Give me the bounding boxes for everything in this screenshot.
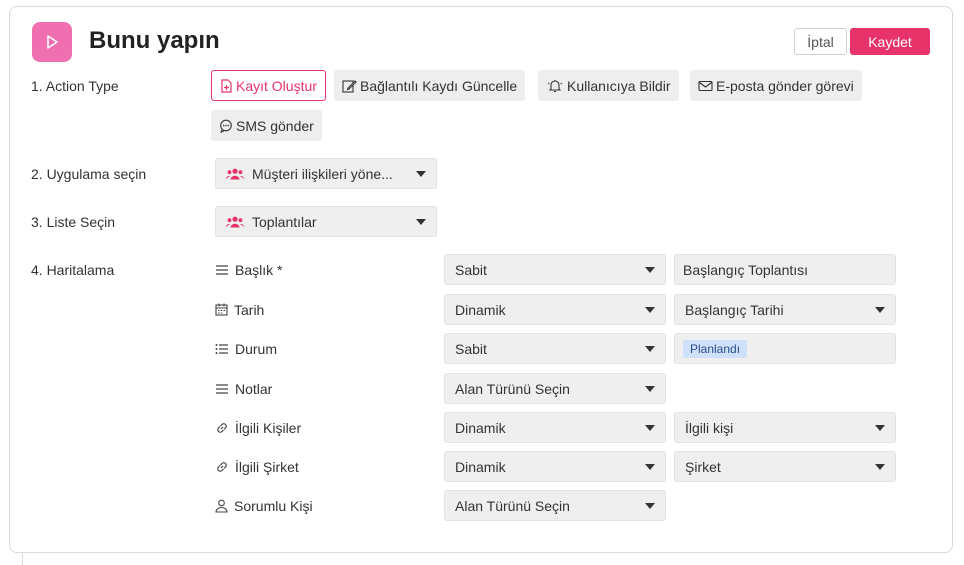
action-chip-update-linked[interactable]: Bağlantılı Kaydı Güncelle bbox=[334, 70, 526, 101]
field-name: Sorumlu Kişi bbox=[234, 497, 313, 514]
action-chip-label: SMS gönder bbox=[236, 117, 314, 134]
action-chip-label: Bağlantılı Kaydı Güncelle bbox=[360, 77, 518, 94]
action-chip-send-sms[interactable]: SMS gönder bbox=[211, 110, 322, 141]
list-select-value: Toplantılar bbox=[252, 213, 317, 230]
field-value-input[interactable]: Başlangıç Toplantısı bbox=[674, 254, 896, 285]
field-value-text: İlgili kişi bbox=[685, 419, 734, 436]
page-title: Bunu yapın bbox=[89, 27, 220, 54]
link-icon bbox=[217, 422, 227, 433]
list-select-label: 3. Liste Seçin bbox=[31, 214, 116, 230]
field-value-text: Başlangıç Tarihi bbox=[685, 301, 784, 318]
field-value-text: Başlangıç Toplantısı bbox=[683, 261, 809, 278]
field-type-select[interactable]: Sabit bbox=[444, 254, 666, 285]
field-label-related-contacts: İlgili Kişiler bbox=[215, 412, 301, 443]
action-chip-label: Kayıt Oluştur bbox=[236, 77, 317, 94]
page-edge-line bbox=[22, 552, 23, 565]
field-label-related-company: İlgili Şirket bbox=[215, 451, 299, 482]
field-type-value: Dinamik bbox=[455, 458, 506, 475]
field-type-value: Alan Türünü Seçin bbox=[455, 380, 570, 397]
action-chip-email-task[interactable]: E-posta gönder görevi bbox=[690, 70, 862, 101]
lines-icon bbox=[216, 264, 228, 275]
status-tag: Planlandı bbox=[683, 339, 748, 358]
chevron-down-icon bbox=[645, 266, 655, 273]
field-name: İlgili Kişiler bbox=[235, 419, 302, 436]
chevron-down-icon bbox=[645, 345, 655, 352]
field-value-select[interactable]: Başlangıç Tarihi bbox=[674, 294, 896, 325]
field-label-title: Başlık * bbox=[215, 254, 282, 285]
file-plus-icon bbox=[221, 78, 232, 93]
edit-icon bbox=[342, 79, 357, 93]
action-chip-label: E-posta gönder görevi bbox=[716, 77, 854, 94]
action-chip-create-record[interactable]: Kayıt Oluştur bbox=[211, 70, 326, 101]
field-value-text: Şirket bbox=[685, 458, 721, 475]
field-value-tags[interactable]: Planlandı bbox=[674, 333, 896, 364]
field-type-value: Alan Türünü Seçin bbox=[455, 497, 570, 514]
field-name: Durum bbox=[235, 340, 278, 357]
list-icon bbox=[215, 343, 228, 354]
card-header: Bunu yapın İptal Kaydet bbox=[10, 7, 952, 77]
field-value-select[interactable]: İlgili kişi bbox=[674, 412, 896, 443]
chevron-down-icon bbox=[875, 306, 885, 313]
chevron-down-icon bbox=[645, 502, 655, 509]
field-label-owner: Sorumlu Kişi bbox=[215, 490, 313, 521]
app-select-value: Müşteri ilişkileri yöne... bbox=[252, 165, 393, 182]
action-chip-notify-user[interactable]: Kullanıcıya Bildir bbox=[538, 70, 679, 101]
field-type-value: Sabit bbox=[455, 261, 487, 278]
field-name: Başlık * bbox=[235, 261, 283, 278]
field-type-select[interactable]: Dinamik bbox=[444, 294, 666, 325]
field-type-value: Sabit bbox=[455, 340, 487, 357]
bell-icon bbox=[547, 79, 563, 92]
list-select[interactable]: Toplantılar bbox=[215, 206, 437, 237]
chevron-down-icon bbox=[645, 306, 655, 313]
lines-icon bbox=[216, 383, 228, 394]
chevron-down-icon bbox=[645, 385, 655, 392]
sms-icon bbox=[220, 119, 232, 133]
cancel-button[interactable]: İptal bbox=[794, 28, 847, 55]
field-label-status: Durum bbox=[215, 333, 277, 364]
user-icon bbox=[215, 499, 228, 513]
app-select[interactable]: Müşteri ilişkileri yöne... bbox=[215, 158, 437, 189]
action-type-label: 1. Action Type bbox=[31, 78, 119, 94]
chevron-down-icon bbox=[875, 463, 885, 470]
field-name: Notlar bbox=[235, 380, 273, 397]
mail-icon bbox=[698, 80, 713, 91]
field-type-select[interactable]: Dinamik bbox=[444, 451, 666, 482]
field-label-date: Tarih bbox=[215, 294, 264, 325]
action-chip-label: Kullanıcıya Bildir bbox=[567, 77, 671, 94]
field-type-select[interactable]: Alan Türünü Seçin bbox=[444, 373, 666, 404]
app-select-label: 2. Uygulama seçin bbox=[31, 166, 147, 182]
mapping-label: 4. Haritalama bbox=[31, 262, 115, 278]
field-value-select[interactable]: Şirket bbox=[674, 451, 896, 482]
play-icon bbox=[32, 22, 72, 62]
chevron-down-icon bbox=[645, 463, 655, 470]
field-type-select[interactable]: Dinamik bbox=[444, 412, 666, 443]
users-icon bbox=[226, 168, 244, 179]
field-type-value: Dinamik bbox=[455, 301, 506, 318]
field-type-select[interactable]: Alan Türünü Seçin bbox=[444, 490, 666, 521]
field-name: Tarih bbox=[234, 301, 265, 318]
field-type-value: Dinamik bbox=[455, 419, 506, 436]
link-icon bbox=[217, 461, 227, 472]
field-label-notes: Notlar bbox=[215, 373, 272, 404]
save-button[interactable]: Kaydet bbox=[850, 28, 930, 55]
action-card: Bunu yapın İptal Kaydet 1. Action Type K… bbox=[9, 6, 953, 553]
calendar-icon bbox=[215, 303, 228, 316]
chevron-down-icon bbox=[875, 424, 885, 431]
chevron-down-icon bbox=[416, 218, 426, 225]
chevron-down-icon bbox=[416, 170, 426, 177]
chevron-down-icon bbox=[645, 424, 655, 431]
users-icon bbox=[226, 216, 244, 227]
field-name: İlgili Şirket bbox=[235, 458, 299, 475]
field-type-select[interactable]: Sabit bbox=[444, 333, 666, 364]
